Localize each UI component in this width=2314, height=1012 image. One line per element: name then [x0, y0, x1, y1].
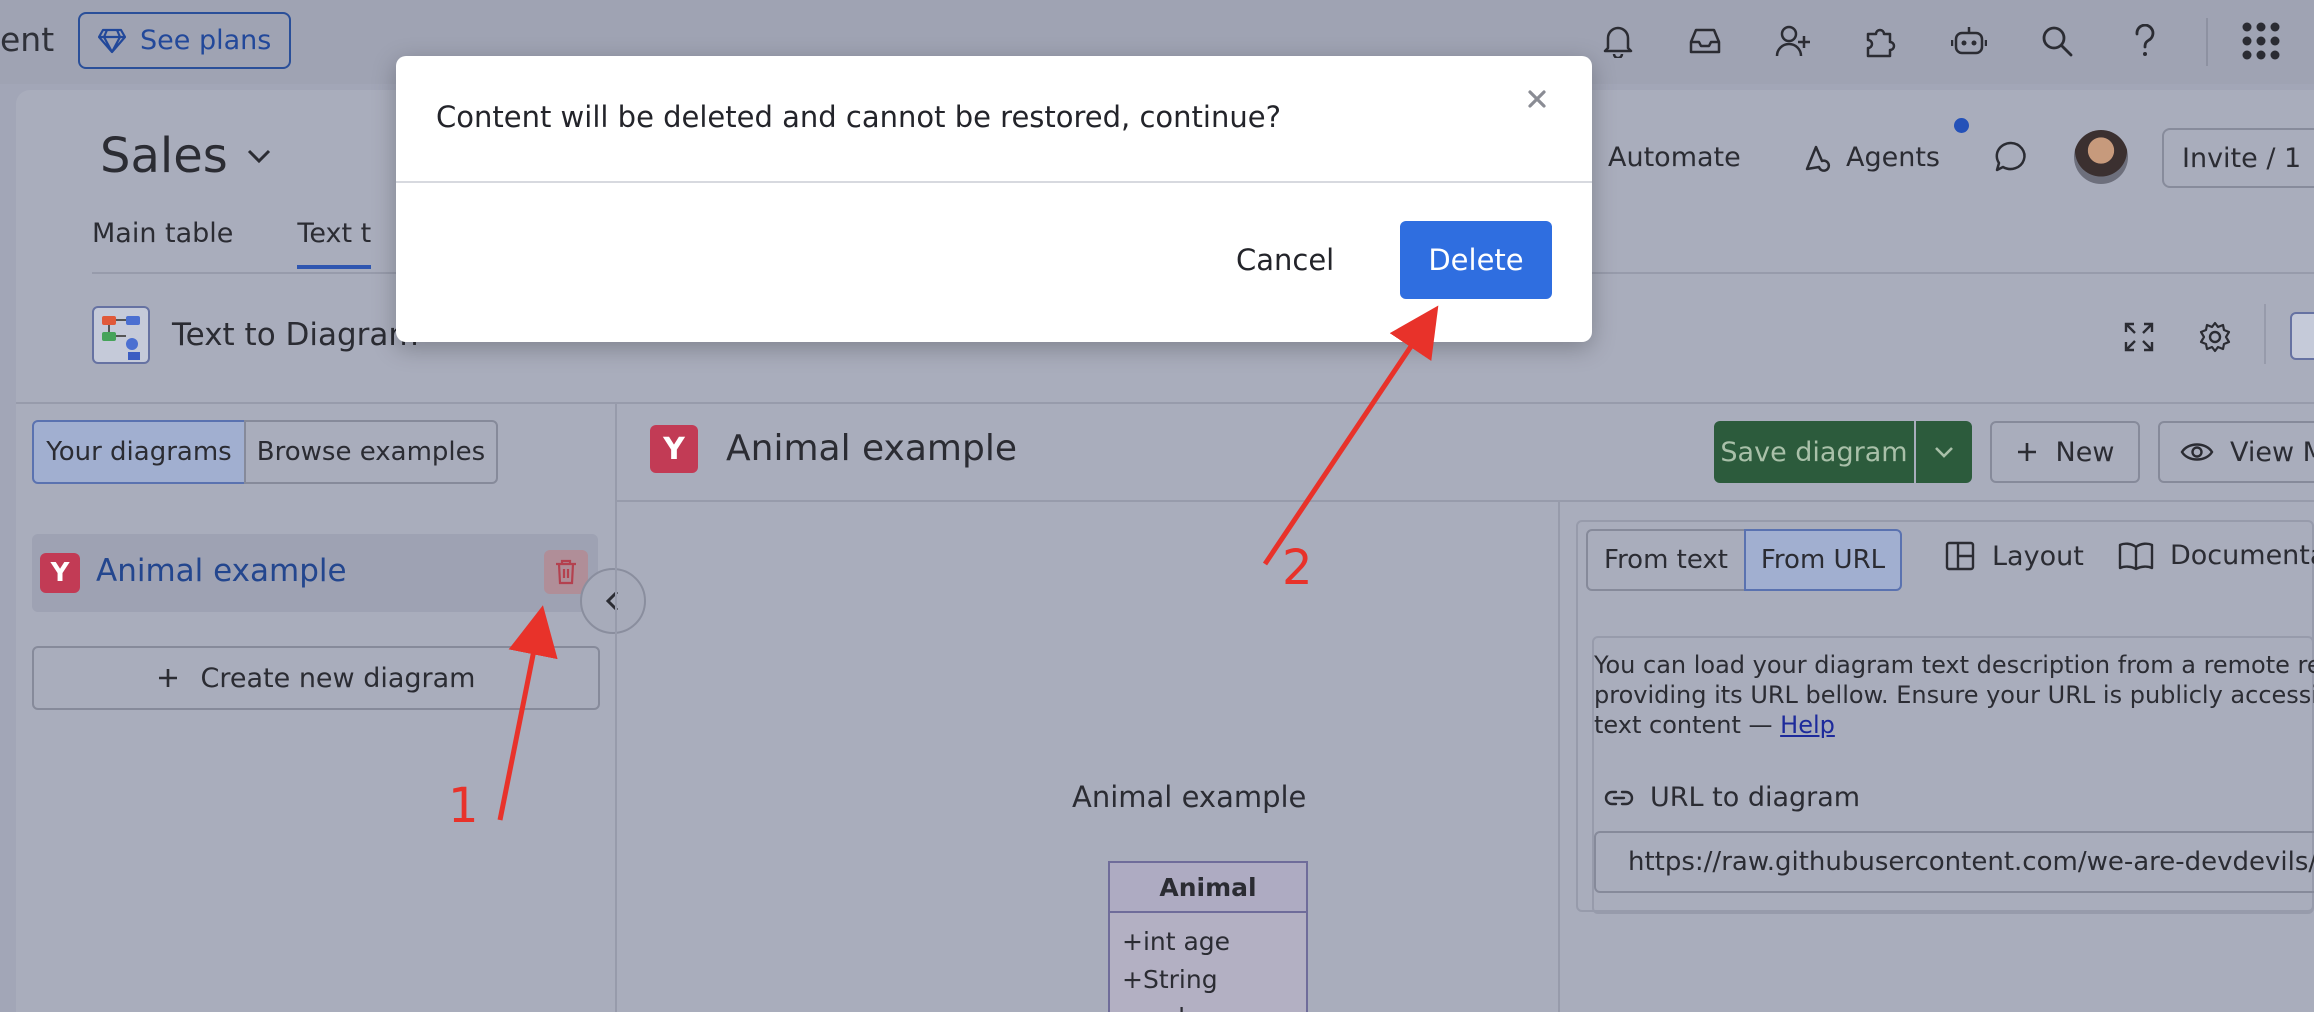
app-logo-small[interactable]: [2290, 312, 2314, 360]
book-icon: [2118, 541, 2154, 571]
expand-icon[interactable]: [2116, 314, 2162, 360]
see-plans-label: See plans: [140, 25, 272, 56]
gem-icon: [98, 28, 126, 54]
save-options-button[interactable]: [1916, 421, 1972, 483]
save-diagram-button[interactable]: Save diagram: [1714, 421, 1914, 483]
tab-your-diagrams[interactable]: Your diagrams: [32, 420, 246, 484]
uml-class-attributes: +int age +String gender: [1110, 913, 1306, 1012]
bell-icon[interactable]: [1595, 18, 1641, 64]
diagram-header-logo-icon: Y: [650, 425, 698, 473]
canvas-border: [1558, 502, 1560, 1012]
canvas-diagram-title: Animal example: [1072, 780, 1307, 814]
chevron-down-icon: [1934, 446, 1954, 458]
plus-icon: [157, 667, 179, 689]
tab-browse-examples[interactable]: Browse examples: [244, 420, 498, 484]
annotation-step-2: 2: [1282, 540, 1313, 596]
url-to-diagram-label: URL to diagram: [1604, 782, 1860, 813]
diagram-title: Animal example: [726, 428, 1017, 469]
add-user-icon[interactable]: [1770, 18, 1816, 64]
info-line-with-link: text content — Help: [1594, 710, 2314, 740]
view-label: View M: [2230, 436, 2314, 468]
agents-button[interactable]: Agents: [1802, 142, 1940, 173]
tab-from-text[interactable]: From text: [1586, 529, 1746, 591]
invite-button[interactable]: Invite / 1: [2162, 128, 2314, 188]
documentation-label: Documenta: [2170, 540, 2314, 571]
collapse-panel-button[interactable]: [580, 568, 646, 634]
settings-icon[interactable]: [2192, 314, 2238, 360]
plus-icon: [2016, 441, 2038, 463]
avatar[interactable]: [2074, 130, 2128, 184]
uml-attribute: +int age: [1122, 927, 1231, 956]
inbox-icon[interactable]: [1682, 18, 1728, 64]
dialog-message: Content will be deleted and cannot be re…: [436, 100, 1281, 134]
delete-button[interactable]: Delete: [1400, 221, 1552, 299]
url-input[interactable]: https://raw.githubusercontent.com/we-are…: [1594, 831, 2314, 893]
topbar-divider: [2206, 18, 2208, 66]
help-icon[interactable]: [2122, 18, 2168, 64]
see-plans-button[interactable]: See plans: [78, 12, 291, 69]
board-title-text: Sales: [100, 128, 228, 184]
trash-icon[interactable]: [544, 550, 588, 594]
url-info-text: You can load your diagram text descripti…: [1594, 650, 2314, 740]
create-new-label: Create new diagram: [200, 662, 476, 694]
chevron-down-icon: [246, 148, 272, 164]
agents-label: Agents: [1846, 142, 1940, 173]
uml-attribute: +String gender: [1122, 965, 1218, 1012]
product-name-fragment: ent: [0, 20, 55, 59]
app-header-divider: [16, 402, 2314, 404]
search-icon[interactable]: [2034, 18, 2080, 64]
header-divider: [2264, 304, 2266, 364]
view-mode-button[interactable]: View M: [2158, 421, 2314, 483]
diagram-logo-icon: Y: [40, 553, 80, 593]
tab-text-to-diagram[interactable]: Text t: [297, 218, 372, 269]
chevron-left-icon: [605, 589, 621, 613]
eye-icon: [2180, 441, 2214, 463]
tab-main-table[interactable]: Main table: [92, 218, 233, 269]
new-label: New: [2055, 436, 2115, 468]
notification-dot: [1954, 118, 1969, 133]
layout-icon: [1944, 540, 1976, 572]
diagram-header-divider: [617, 500, 2314, 502]
left-panel-border: [615, 402, 617, 1012]
help-link[interactable]: Help: [1780, 711, 1835, 739]
app-title: Text to Diagram: [172, 317, 419, 353]
info-line: You can load your diagram text descripti…: [1594, 651, 2314, 679]
robot-icon[interactable]: [1946, 18, 1992, 64]
uml-class-box: Animal +int age +String gender: [1108, 861, 1308, 1012]
confirm-delete-dialog: Content will be deleted and cannot be re…: [396, 56, 1592, 342]
info-line: text content —: [1594, 711, 1781, 739]
new-diagram-button[interactable]: New: [1990, 421, 2140, 483]
puzzle-icon[interactable]: [1858, 18, 1904, 64]
annotation-step-1: 1: [448, 778, 479, 834]
chat-icon[interactable]: [1994, 140, 2028, 174]
tab-from-url[interactable]: From URL: [1744, 529, 1902, 591]
agents-icon: [1802, 143, 1832, 173]
link-icon: [1604, 789, 1634, 807]
url-label-text: URL to diagram: [1650, 782, 1861, 813]
apps-grid-icon[interactable]: [2238, 18, 2284, 64]
app-header: Text to Diagram: [92, 306, 419, 364]
board-tabs: Main table Text t: [92, 218, 372, 269]
dialog-divider: [396, 181, 1592, 183]
cancel-button[interactable]: Cancel: [1236, 221, 1334, 299]
uml-class-name: Animal: [1110, 863, 1306, 913]
layout-label: Layout: [1992, 540, 2084, 572]
automate-label: Automate: [1608, 142, 1741, 173]
info-line: providing its URL bellow. Ensure your UR…: [1594, 681, 2314, 709]
app-logo: [92, 306, 150, 364]
layout-button[interactable]: Layout: [1944, 540, 2084, 572]
create-new-diagram-button[interactable]: Create new diagram: [32, 646, 600, 710]
board-title[interactable]: Sales: [100, 128, 272, 184]
diagram-item-name[interactable]: Animal example: [96, 553, 347, 589]
close-icon[interactable]: [1522, 84, 1552, 114]
automate-button[interactable]: Automate: [1580, 142, 1741, 173]
documentation-button[interactable]: Documenta: [2118, 540, 2314, 571]
